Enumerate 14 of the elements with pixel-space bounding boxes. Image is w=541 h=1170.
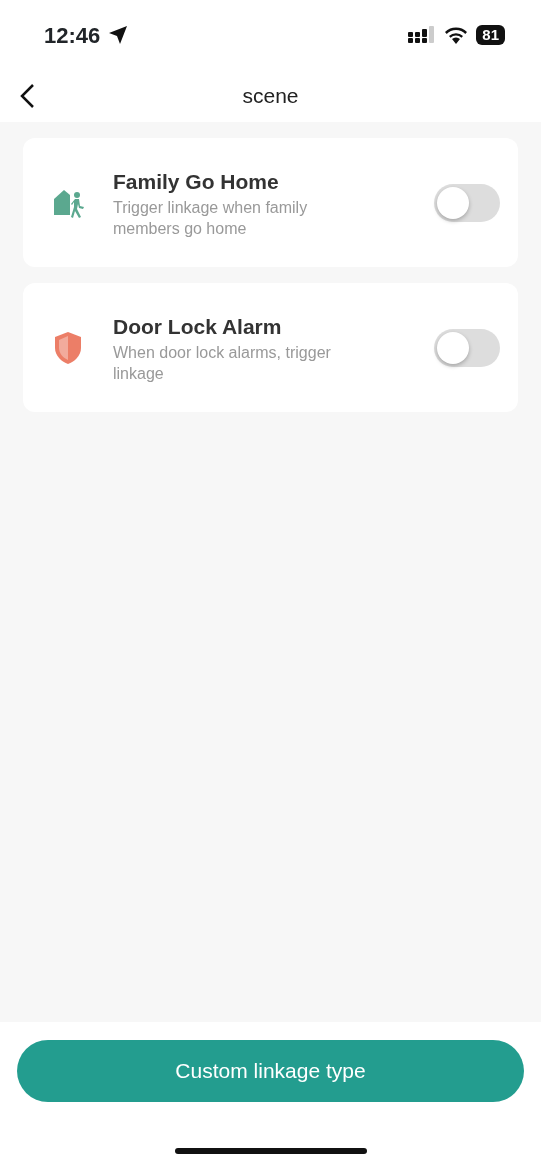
scene-description: When door lock alarms, trigger linkage xyxy=(113,343,332,385)
toggle-switch[interactable] xyxy=(434,183,500,222)
page-title: scene xyxy=(242,83,299,110)
scene-title: Door Lock Alarm xyxy=(113,313,283,340)
status-time: 12:46 xyxy=(44,21,101,50)
signal-icon xyxy=(408,26,437,44)
location-icon xyxy=(108,25,129,45)
custom-linkage-button[interactable]: Custom linkage type xyxy=(17,1040,524,1102)
scene-title: Family Go Home xyxy=(113,168,280,195)
battery-level: 81 xyxy=(476,25,505,45)
toggle-switch[interactable] xyxy=(434,328,500,367)
shield-icon xyxy=(53,330,83,365)
scene-description: Trigger linkage when family members go home xyxy=(113,198,309,240)
wifi-icon xyxy=(444,26,469,44)
